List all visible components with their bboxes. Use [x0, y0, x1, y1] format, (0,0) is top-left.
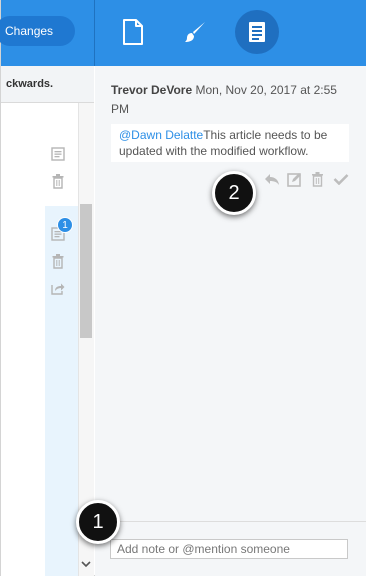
edit-icon	[287, 172, 301, 187]
trash-icon[interactable]	[51, 173, 65, 189]
delete-button[interactable]	[309, 171, 326, 188]
scrollbar-thumb[interactable]	[80, 204, 92, 338]
note-author: Trevor DeVore	[111, 83, 193, 97]
note-header: Trevor DeVore Mon, Nov 20, 2017 at 2:55 …	[111, 81, 346, 119]
check-icon	[333, 174, 348, 185]
callout-marker-2: 2	[212, 171, 256, 215]
trash-icon[interactable]	[51, 253, 65, 269]
mention-link[interactable]: @Dawn Delatte	[119, 128, 203, 142]
chevron-down-icon	[81, 561, 91, 568]
note-actions	[263, 170, 349, 188]
changes-button[interactable]: Changes	[0, 16, 75, 46]
notes-tool-button[interactable]	[235, 10, 279, 54]
reply-button[interactable]	[263, 171, 280, 188]
notes-pane: Trevor DeVore Mon, Nov 20, 2017 at 2:55 …	[95, 66, 366, 576]
trash-icon	[312, 171, 323, 187]
add-note-input[interactable]	[110, 539, 348, 559]
toolbar-divider	[94, 0, 95, 66]
edit-button[interactable]	[286, 171, 303, 188]
paintbrush-icon	[185, 22, 205, 42]
document-icon	[123, 19, 143, 45]
share-icon[interactable]	[51, 280, 65, 296]
article-header-text: ckwards.	[1, 66, 94, 103]
callout-marker-1: 1	[76, 500, 120, 544]
app-window: Changes ckwards. 1 Trevor DeVore Mon, No…	[0, 0, 366, 576]
article-pane: ckwards. 1	[1, 66, 94, 576]
document-tool-button[interactable]	[111, 10, 155, 54]
reply-icon	[264, 173, 279, 185]
notes-icon	[249, 22, 265, 42]
style-tool-button[interactable]	[173, 10, 217, 54]
scroll-down-arrow[interactable]	[80, 558, 92, 570]
top-toolbar: Changes	[0, 0, 366, 66]
note-count-badge: 1	[57, 217, 73, 233]
note-icon[interactable]	[51, 146, 65, 162]
resolve-button[interactable]	[332, 171, 349, 188]
note-composer	[95, 521, 366, 576]
note-body: @Dawn DelatteThis article needs to be up…	[111, 124, 349, 162]
